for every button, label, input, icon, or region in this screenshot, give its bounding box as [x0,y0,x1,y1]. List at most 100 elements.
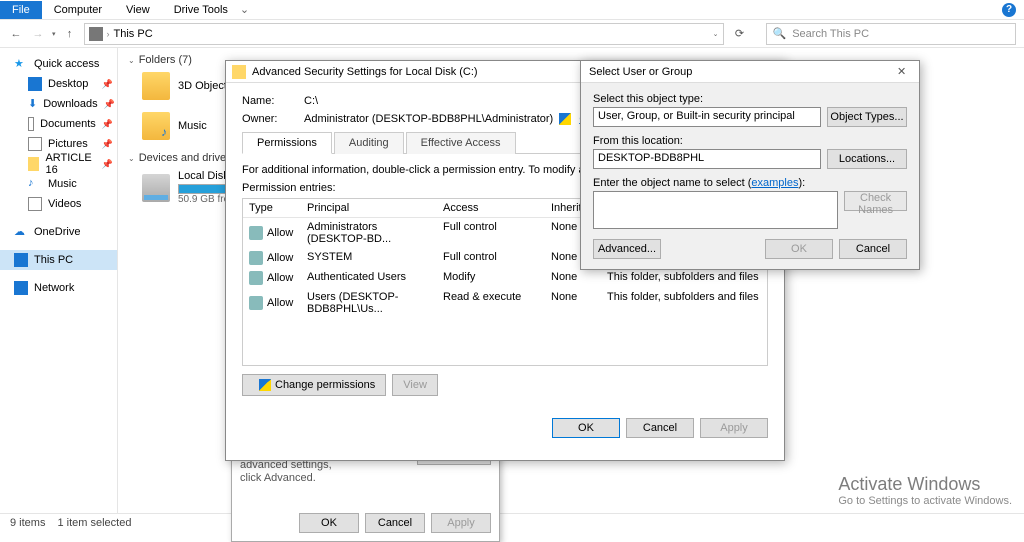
ribbon-tab-computer[interactable]: Computer [42,1,114,19]
sidebar-network[interactable]: Network [0,278,117,298]
breadcrumb-dropdown-icon[interactable]: ⌄ [713,30,719,38]
status-selected-count: 1 item selected [57,517,131,529]
object-type-field[interactable]: User, Group, or Built-in security princi… [593,107,821,127]
up-arrow-icon[interactable]: ↑ [62,26,78,42]
back-arrow-icon[interactable]: ← [8,26,24,42]
ribbon-tab-drivetools[interactable]: Drive Tools [162,1,240,19]
view-button[interactable]: View [392,374,438,396]
sidebar-desktop[interactable]: Desktop📌 [0,74,117,94]
name-value: C:\ [304,95,318,107]
desktop-icon [28,77,42,91]
tab-permissions[interactable]: Permissions [242,132,332,154]
dialog-title: Advanced Security Settings for Local Dis… [252,66,478,78]
ribbon-tab-view[interactable]: View [114,1,162,19]
activate-windows-watermark: Activate Windows Go to Settings to activ… [838,474,1012,507]
owner-value: Administrator (DESKTOP-BDB8PHL\Administr… [304,113,553,125]
videos-icon [28,197,42,211]
search-placeholder: Search This PC [792,28,869,40]
recent-dropdown-icon[interactable]: ▾ [52,30,56,38]
ok-button[interactable]: OK [299,513,359,533]
user-icon [249,226,263,240]
cancel-button[interactable]: Cancel [839,239,907,259]
examples-link[interactable]: examples [751,177,798,189]
sidebar-label: Desktop [48,78,88,90]
apply-button[interactable]: Apply [431,513,491,533]
sidebar-label: Documents [40,118,96,130]
cancel-button[interactable]: Cancel [626,418,694,438]
user-icon [249,296,263,310]
object-type-label: Select this object type: [593,93,907,105]
chevron-right-icon: › [107,29,110,39]
shield-icon [559,113,571,125]
name-label: Name: [242,95,304,107]
sidebar-label: OneDrive [34,226,80,238]
col-principal[interactable]: Principal [301,199,437,217]
pc-icon [89,27,103,41]
user-icon [249,271,263,285]
pictures-icon [28,137,42,151]
table-row[interactable]: AllowAuthenticated UsersModifyNoneThis f… [243,268,767,288]
user-icon [249,251,263,265]
help-icon[interactable]: ? [1002,3,1016,17]
folder-label: Music [178,120,207,132]
select-user-dialog: Select User or Group ✕ Select this objec… [580,60,920,270]
sidebar-article16[interactable]: ARTICLE 16📌 [0,154,117,174]
ribbon-tab-file[interactable]: File [0,1,42,19]
documents-icon [28,117,34,131]
status-bar: 9 items 1 item selected [0,513,1024,531]
ok-button[interactable]: OK [765,239,833,259]
sidebar-label: Videos [48,198,81,210]
change-permissions-button[interactable]: Change permissions [242,374,386,396]
object-name-input[interactable] [593,191,838,229]
sidebar-label: Pictures [48,138,88,150]
folder-icon [232,65,246,79]
pin-icon: 📌 [102,119,113,130]
cancel-button[interactable]: Cancel [365,513,425,533]
folder-icon [142,72,170,100]
object-types-button[interactable]: Object Types... [827,107,907,127]
cloud-icon: ☁ [14,225,28,239]
sidebar-downloads[interactable]: ⬇Downloads📌 [0,94,117,114]
sidebar-onedrive[interactable]: ☁ OneDrive [0,222,117,242]
collapse-icon: ⌄ [128,154,135,163]
advanced-button[interactable]: Advanced... [593,239,661,259]
check-names-button[interactable]: Check Names [844,191,907,211]
close-icon[interactable]: ✕ [897,65,911,79]
devices-header-label: Devices and drive [139,152,226,164]
location-field[interactable]: DESKTOP-BDB8PHL [593,149,821,169]
folder-icon [142,112,170,140]
sidebar-thispc[interactable]: This PC [0,250,117,270]
star-icon: ★ [14,57,28,71]
tab-auditing[interactable]: Auditing [334,132,404,154]
col-access[interactable]: Access [437,199,545,217]
table-row[interactable]: AllowUsers (DESKTOP-BDB8PHL\Us...Read & … [243,288,767,318]
chevron-down-icon[interactable]: ⌄ [240,3,249,16]
forward-arrow-icon[interactable]: → [30,26,46,42]
sidebar-label: Network [34,282,74,294]
search-input[interactable]: 🔍 Search This PC [766,23,1016,45]
sidebar-pictures[interactable]: Pictures📌 [0,134,117,154]
folders-header-label: Folders (7) [139,54,192,66]
collapse-icon: ⌄ [128,56,135,65]
sidebar-label: Quick access [34,58,99,70]
ok-button[interactable]: OK [552,418,620,438]
sidebar-music[interactable]: ♪Music [0,174,117,194]
sidebar-label: Music [48,178,77,190]
breadcrumb[interactable]: › This PC ⌄ [84,23,724,45]
breadcrumb-thispc[interactable]: This PC [114,28,153,40]
refresh-icon[interactable]: ⟳ [730,24,750,44]
sidebar-videos[interactable]: Videos [0,194,117,214]
dialog-title: Select User or Group [589,66,692,78]
locations-button[interactable]: Locations... [827,149,907,169]
dialog-titlebar[interactable]: Select User or Group ✕ [581,61,919,83]
sidebar-documents[interactable]: Documents 📌 [0,114,117,134]
pin-icon: 📌 [102,159,113,170]
pin-icon: 📌 [104,99,115,110]
pc-icon [14,253,28,267]
sidebar-quick-access[interactable]: ★ Quick access [0,54,117,74]
tab-effective-access[interactable]: Effective Access [406,132,516,154]
folder-icon [28,157,39,171]
apply-button[interactable]: Apply [700,418,768,438]
shield-icon [259,379,271,391]
col-type[interactable]: Type [243,199,301,217]
